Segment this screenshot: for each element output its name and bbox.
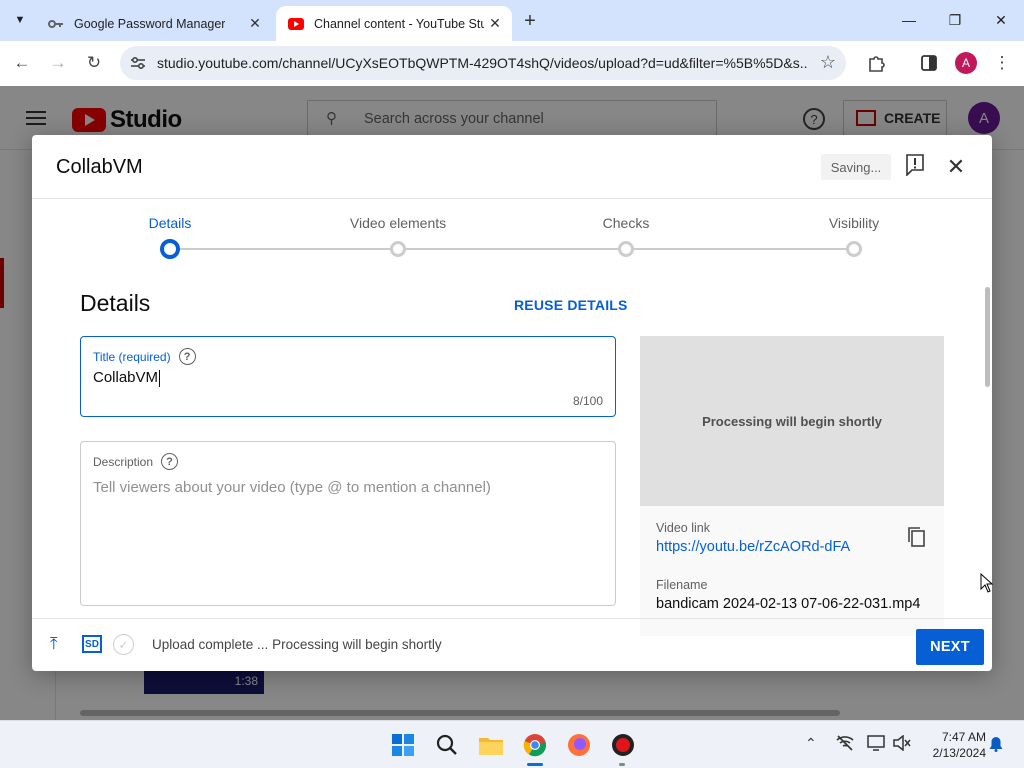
- active-app-indicator: [527, 763, 543, 766]
- title-label-row: Title (required) ?: [93, 348, 196, 365]
- title-field[interactable]: Title (required) ? CollabVM 8/100: [80, 336, 616, 417]
- description-label-row: Description ?: [93, 453, 179, 470]
- forward-arrow-icon[interactable]: →: [44, 49, 72, 77]
- checks-status-icon[interactable]: ✓: [113, 634, 134, 655]
- step-details[interactable]: Details: [110, 215, 230, 231]
- title-input[interactable]: CollabVM: [93, 369, 161, 387]
- mouse-cursor-icon: [980, 573, 994, 593]
- back-arrow-icon[interactable]: ←: [8, 49, 36, 77]
- notification-bell-icon[interactable]: [989, 736, 1003, 755]
- scrollbar-thumb[interactable]: [985, 287, 990, 387]
- extensions-puzzle-icon[interactable]: [862, 49, 890, 77]
- upload-arrow-icon[interactable]: ⤒: [50, 634, 58, 654]
- filename-label: Filename: [656, 578, 708, 592]
- step-video-elements-dot[interactable]: [390, 241, 406, 257]
- url-text[interactable]: studio.youtube.com/channel/UCyXsEOTbQWPT…: [157, 55, 807, 71]
- step-checks-dot[interactable]: [618, 241, 634, 257]
- restore-icon[interactable]: ❐: [932, 0, 978, 40]
- video-link[interactable]: https://youtu.be/rZcAORd-dFA: [656, 539, 850, 555]
- system-clock[interactable]: 7:47 AM 2/13/2024: [920, 729, 986, 761]
- clock-time: 7:47 AM: [941, 730, 986, 744]
- video-preview-panel: Processing will begin shortly Video link…: [640, 336, 944, 636]
- display-icon[interactable]: [867, 735, 885, 754]
- network-disconnected-icon[interactable]: [836, 735, 854, 754]
- step-video-elements[interactable]: Video elements: [338, 215, 458, 231]
- dialog-scrollbar[interactable]: [982, 285, 992, 615]
- bookmark-star-icon[interactable]: ☆: [820, 52, 836, 73]
- description-input[interactable]: Tell viewers about your video (type @ to…: [93, 479, 491, 496]
- search-icon[interactable]: [433, 731, 461, 759]
- processing-thumbnail: Processing will begin shortly: [640, 336, 944, 506]
- windows-start-icon[interactable]: [389, 731, 417, 759]
- file-explorer-icon[interactable]: [477, 731, 505, 759]
- reload-icon[interactable]: ↻: [80, 49, 108, 77]
- upload-status-text: Upload complete ... Processing will begi…: [152, 637, 442, 652]
- stepper-track: [170, 248, 854, 250]
- details-heading: Details: [80, 290, 151, 316]
- tab-title: Channel content - YouTube Stu: [314, 16, 484, 31]
- close-tab-icon[interactable]: ✕: [246, 14, 264, 32]
- help-icon[interactable]: ?: [161, 453, 179, 470]
- window-close-icon[interactable]: ✕: [978, 0, 1024, 40]
- dialog-footer: ⤒ SD ✓ Upload complete ... Processing wi…: [32, 618, 992, 671]
- browser-tab-strip: ▼ Google Password Manager ✕ Channel cont…: [0, 0, 1024, 41]
- tab-password-manager[interactable]: Google Password Manager ✕: [36, 6, 272, 41]
- tab-title: Google Password Manager: [74, 16, 226, 31]
- help-icon[interactable]: ?: [178, 348, 196, 365]
- title-value: CollabVM: [93, 369, 159, 386]
- profile-avatar[interactable]: A: [955, 52, 977, 74]
- site-info-tune-icon[interactable]: [128, 53, 148, 73]
- show-hidden-icons-chevron-icon[interactable]: ⌃: [805, 735, 817, 752]
- firefox-icon[interactable]: [565, 731, 593, 759]
- step-checks[interactable]: Checks: [566, 215, 686, 231]
- sd-badge-icon[interactable]: SD: [82, 635, 102, 653]
- clock-date: 2/13/2024: [932, 746, 986, 760]
- side-panel-icon[interactable]: [915, 49, 943, 77]
- running-app-indicator: [619, 763, 625, 766]
- next-button[interactable]: NEXT: [916, 629, 984, 665]
- reuse-details-button[interactable]: REUSE DETAILS: [514, 297, 628, 313]
- browser-toolbar: ← → ↻ studio.youtube.com/channel/UCyXsEO…: [0, 41, 1024, 86]
- tab-search-chevron-icon[interactable]: ▼: [8, 8, 32, 32]
- volume-muted-icon[interactable]: [893, 734, 911, 754]
- step-visibility-dot[interactable]: [846, 241, 862, 257]
- dialog-title: CollabVM: [56, 156, 143, 178]
- description-field[interactable]: Description ? Tell viewers about your vi…: [80, 441, 616, 606]
- bandicam-record-icon[interactable]: [609, 731, 637, 759]
- dialog-header: CollabVM Saving... ✕: [32, 135, 992, 199]
- filename-value: bandicam 2024-02-13 07-06-22-031.mp4: [656, 596, 921, 612]
- upload-dialog: CollabVM Saving... ✕ Details Video eleme…: [32, 135, 992, 671]
- chrome-icon[interactable]: [521, 731, 549, 759]
- close-dialog-icon[interactable]: ✕: [944, 154, 968, 179]
- key-icon: [48, 16, 64, 32]
- copy-icon[interactable]: [906, 526, 928, 548]
- saving-badge: Saving...: [821, 154, 891, 180]
- title-label: Title (required): [93, 349, 171, 364]
- windows-taskbar: ⌃ 7:47 AM 2/13/2024: [0, 720, 1024, 768]
- close-tab-icon[interactable]: ✕: [486, 14, 504, 32]
- new-tab-plus-icon[interactable]: +: [518, 9, 542, 33]
- feedback-icon[interactable]: [905, 154, 927, 178]
- title-char-count: 8/100: [572, 394, 603, 408]
- minimize-icon[interactable]: —: [886, 0, 932, 40]
- video-link-label: Video link: [656, 521, 710, 535]
- tab-youtube-studio[interactable]: Channel content - YouTube Stu ✕: [276, 6, 512, 41]
- description-label: Description: [93, 454, 154, 469]
- youtube-icon: [288, 16, 304, 32]
- step-details-dot[interactable]: [160, 239, 180, 259]
- chrome-menu-icon[interactable]: ⋮: [988, 49, 1016, 77]
- text-caret: [159, 369, 161, 387]
- step-visibility[interactable]: Visibility: [794, 215, 914, 231]
- address-bar[interactable]: studio.youtube.com/channel/UCyXsEOTbQWPT…: [120, 46, 846, 80]
